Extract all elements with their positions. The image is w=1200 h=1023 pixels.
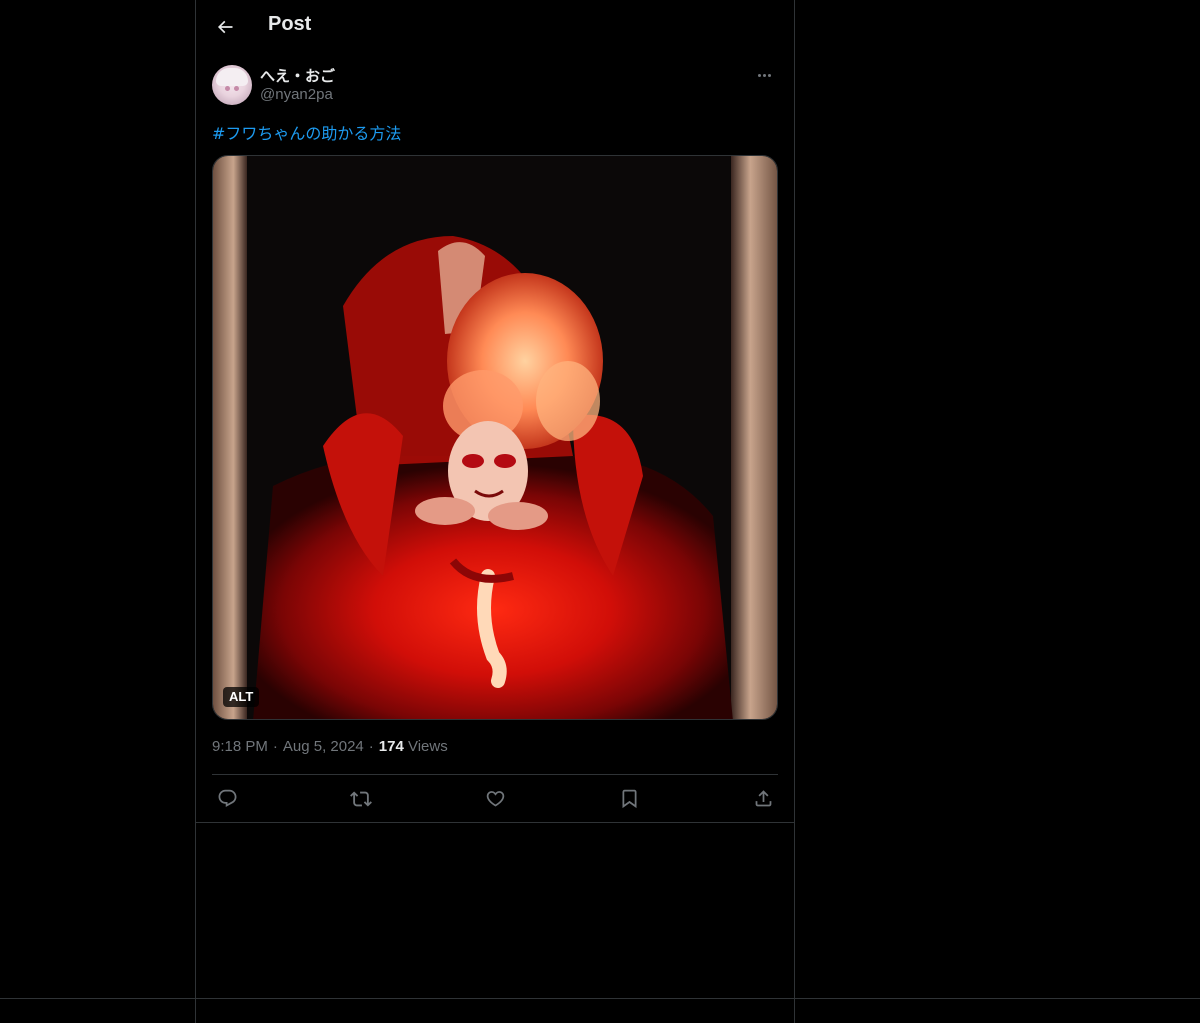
author-handle[interactable]: @nyan2pa [260,86,333,103]
avatar[interactable] [212,65,252,105]
post-metadata: 9:18 PM · Aug 5, 2024 · 174 Views [212,738,448,755]
meta-separator: · [272,738,278,755]
post-bottom-border [196,822,794,823]
author-display-name[interactable]: へえ・おご [260,65,335,86]
main-column: Post へえ・おご @nyan2pa #フワちゃんの助かる方法 ALT 9:1… [195,0,795,1023]
share-icon [755,790,771,807]
page-bottom-divider [0,998,1200,999]
post-hashtag-link[interactable]: #フワちゃんの助かる方法 [212,120,401,144]
more-dot-icon [757,73,761,77]
post-media[interactable]: ALT [212,155,778,720]
bookmark-button[interactable] [614,784,644,814]
post-actions [212,776,778,821]
repost-icon [350,791,372,806]
meta-separator: · [368,738,374,755]
post-author: へえ・おご @nyan2pa [212,64,778,108]
views-count: 174 [378,738,404,755]
post-time[interactable]: 9:18 PM [212,738,268,755]
page-header: Post [196,0,794,53]
more-dot-icon [767,73,771,77]
reply-icon [218,789,236,807]
more-dot-icon [762,73,766,77]
like-button[interactable] [480,784,510,814]
back-button[interactable] [208,10,242,44]
alt-text-badge[interactable]: ALT [223,687,260,707]
divider [212,774,778,775]
views-label: Views [407,738,448,755]
arrow-left-icon [217,20,233,34]
reply-button[interactable] [212,784,242,814]
video-thumbnail [213,156,777,719]
post-date[interactable]: Aug 5, 2024 [283,738,364,755]
page-title: Post [268,13,312,35]
more-options-button[interactable] [750,64,778,86]
page: Post へえ・おご @nyan2pa #フワちゃんの助かる方法 ALT 9:1… [0,0,1200,1023]
repost-button[interactable] [346,784,376,814]
bookmark-icon [622,789,636,809]
heart-icon [486,791,504,807]
share-button[interactable] [748,784,778,814]
